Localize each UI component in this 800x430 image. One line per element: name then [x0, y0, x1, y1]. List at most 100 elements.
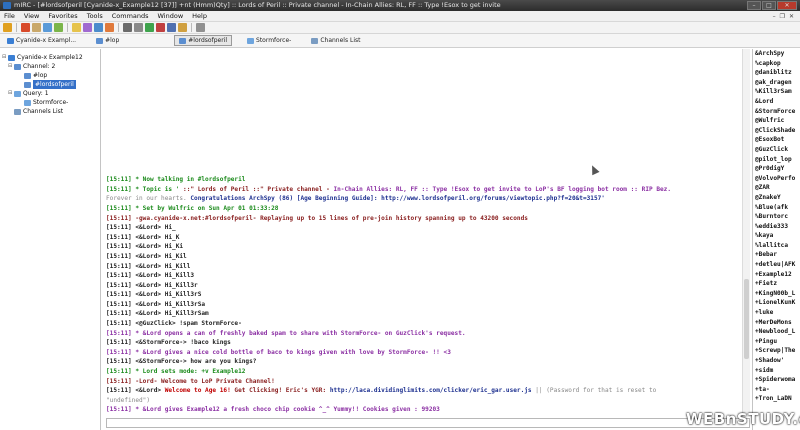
- tree-item[interactable]: ⊟ Query: 1: [8, 89, 49, 98]
- help-icon[interactable]: [196, 23, 205, 32]
- switchbar-tab[interactable]: #lordsofperil: [174, 35, 233, 46]
- menu-tools[interactable]: Tools: [87, 12, 103, 20]
- maximize-button[interactable]: □: [762, 1, 776, 10]
- scripts-editor-icon[interactable]: [83, 23, 92, 32]
- mdi-minimize-icon[interactable]: –: [773, 13, 776, 20]
- nick-item[interactable]: @ClickShade: [753, 126, 800, 136]
- tree-item[interactable]: #lop: [18, 71, 47, 80]
- colors-icon[interactable]: [145, 23, 154, 32]
- chat-segment[interactable]: http://laca.dividinglimits.com/clicker/e…: [330, 387, 532, 394]
- nick-item[interactable]: @ZnakeY: [753, 193, 800, 203]
- nick-item[interactable]: @ZAR: [753, 183, 800, 193]
- switchbar-tab[interactable]: Cyanide-x Exampl...: [2, 35, 81, 46]
- tree-item[interactable]: #lordsofperil: [18, 80, 76, 89]
- nick-item[interactable]: %kaya: [753, 231, 800, 241]
- chat-line: [15:11] * &Lord gives Example12 a fresh …: [106, 405, 742, 415]
- menu-help[interactable]: Help: [192, 12, 207, 20]
- nick-item[interactable]: +Tron_LaDN: [753, 394, 800, 404]
- chat-line: [15:11] -gwa.cyanide-x.net:#lordsofperil…: [106, 214, 742, 224]
- chat-scrollbar[interactable]: [742, 49, 750, 417]
- dcc-send-icon[interactable]: [94, 23, 103, 32]
- favorites-icon[interactable]: [43, 23, 52, 32]
- connect-icon[interactable]: [3, 23, 12, 32]
- nick-item[interactable]: +Pingu: [753, 337, 800, 347]
- nick-item[interactable]: %Burntorc: [753, 212, 800, 222]
- chat-line: [15:11] * &Lord gives a nice cold bottle…: [106, 348, 742, 358]
- chat-segment: [15:11] <@GuzClick> !spam StormForce-: [106, 320, 242, 328]
- window-controls: – □ ✕: [747, 1, 797, 10]
- nick-item[interactable]: +KingN00b_L: [753, 289, 800, 299]
- nick-item[interactable]: %Blue(afk: [753, 203, 800, 213]
- nick-item[interactable]: @pilot_lop: [753, 155, 800, 165]
- title-bar: mIRC - [#lordsofperil [Cyanide-x_Example…: [0, 0, 800, 11]
- menu-favorites[interactable]: Favorites: [48, 12, 77, 20]
- cascade-windows-icon[interactable]: [134, 23, 143, 32]
- nick-item[interactable]: @VolvoPerfo: [753, 174, 800, 184]
- disconnect-icon[interactable]: [21, 23, 30, 32]
- nick-item[interactable]: +LionelKunK: [753, 298, 800, 308]
- scrollbar-thumb[interactable]: [744, 279, 749, 359]
- tile-windows-icon[interactable]: [123, 23, 132, 32]
- nick-item[interactable]: +Screwp|The: [753, 346, 800, 356]
- channels-list-icon[interactable]: [54, 23, 63, 32]
- nick-item[interactable]: +Example12: [753, 270, 800, 280]
- tree-item-label: Stormforce-: [33, 99, 69, 106]
- nick-item[interactable]: @GuzClick: [753, 145, 800, 155]
- menu-file[interactable]: File: [4, 12, 15, 20]
- nick-item[interactable]: %lallitca: [753, 241, 800, 251]
- window-icon: [247, 37, 255, 44]
- chat-line: [15:11] <@GuzClick> !spam StormForce-: [106, 319, 742, 329]
- tree-item[interactable]: Channels List: [8, 107, 63, 116]
- chat-segment: [15:11] <&Lord> Hi_: [106, 224, 176, 232]
- nick-item[interactable]: %capkop: [753, 59, 800, 69]
- nick-item[interactable]: +Newblood_L: [753, 327, 800, 337]
- switchbar-tab[interactable]: Stormforce-: [242, 35, 296, 46]
- menu-view[interactable]: View: [24, 12, 39, 20]
- nick-item[interactable]: +Fietz: [753, 279, 800, 289]
- chat-segment[interactable]: Congratulations ArchSpy (86) [Age Beginn…: [190, 195, 605, 202]
- message-input[interactable]: [106, 418, 750, 428]
- notify-list-icon[interactable]: [156, 23, 165, 32]
- nick-item[interactable]: @Pr0digY: [753, 164, 800, 174]
- tree-item[interactable]: ⊟ Cyanide-x Example12: [2, 53, 83, 62]
- switchbar-tab[interactable]: Channels List: [306, 35, 365, 46]
- nick-item[interactable]: +luke: [753, 308, 800, 318]
- chat-segment: [15:11] * &Lord gives Example12 a fresh …: [106, 406, 440, 414]
- tree-item-label: Channels List: [23, 108, 64, 115]
- nick-item[interactable]: &Lord: [753, 97, 800, 107]
- tree-item-label: Cyanide-x Example12: [17, 54, 83, 61]
- close-button[interactable]: ✕: [777, 1, 797, 10]
- nick-item[interactable]: @EsoxBot: [753, 135, 800, 145]
- nick-item[interactable]: &StormForce: [753, 107, 800, 117]
- received-files-icon[interactable]: [178, 23, 187, 32]
- dcc-chat-icon[interactable]: [105, 23, 114, 32]
- menu-window[interactable]: Window: [158, 12, 184, 20]
- nick-item[interactable]: +Bebar: [753, 250, 800, 260]
- nick-item[interactable]: %eddie333: [753, 222, 800, 232]
- chat-segment: [15:11] <&Lord> Hi_Kil: [106, 252, 187, 260]
- nick-item[interactable]: +Spiderwoma: [753, 375, 800, 385]
- mdi-restore-icon[interactable]: ❐: [780, 13, 785, 20]
- chat-line: "undefined"): [106, 396, 742, 406]
- nick-item[interactable]: @Wulfric: [753, 116, 800, 126]
- address-book-icon[interactable]: [72, 23, 81, 32]
- options-icon[interactable]: [32, 23, 41, 32]
- nick-item[interactable]: @daniblitz: [753, 68, 800, 78]
- nick-item[interactable]: %Kill3rSam: [753, 87, 800, 97]
- minimize-button[interactable]: –: [747, 1, 761, 10]
- nick-item[interactable]: +MerDeMons: [753, 318, 800, 328]
- nick-item[interactable]: +sidm: [753, 366, 800, 376]
- nick-item[interactable]: @ak_dragen: [753, 78, 800, 88]
- nick-item[interactable]: &ArchSpy: [753, 49, 800, 59]
- tree-item[interactable]: Stormforce-: [18, 98, 68, 107]
- menu-commands[interactable]: Commands: [112, 12, 149, 20]
- mdi-close-icon[interactable]: ✕: [789, 13, 794, 20]
- nick-item[interactable]: +ta-: [753, 385, 800, 395]
- url-list-icon[interactable]: [167, 23, 176, 32]
- switchbar-tab[interactable]: #lop: [91, 35, 124, 46]
- treebar: ⊟ Cyanide-x Example12 ⊟ Channel: 2 #lop #lord…: [0, 49, 101, 430]
- tree-node-icon: [14, 90, 21, 97]
- tree-item[interactable]: ⊟ Channel: 2: [8, 62, 55, 71]
- nick-item[interactable]: +Shadow': [753, 356, 800, 366]
- nick-item[interactable]: +detleu|AFK: [753, 260, 800, 270]
